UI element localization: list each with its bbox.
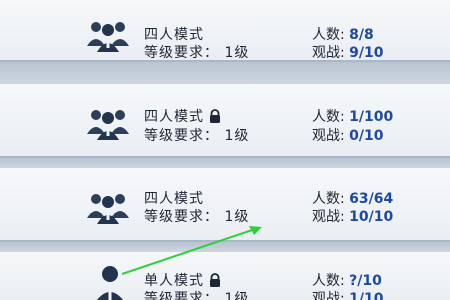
level-requirement: 等级要求： 1级 [144, 45, 250, 61]
lock-icon [210, 109, 220, 123]
group-icon [87, 110, 129, 140]
room-card[interactable]: 四人模式 等级要求： 1级 人数: 1/100 观战: 0/10 [0, 84, 450, 158]
single-user-icon [97, 266, 123, 300]
player-count: 人数: 1/100 [312, 109, 394, 125]
group-icon [87, 22, 129, 52]
card-divider [0, 242, 450, 252]
spectator-count: 观战: 0/10 [312, 128, 384, 144]
room-mode: 四人模式 [144, 191, 204, 207]
room-card[interactable]: 四人模式 等级要求： 1级 人数: 8/8 观战: 9/10 [0, 0, 450, 62]
player-count: 人数: 8/8 [312, 27, 374, 43]
group-icon [87, 194, 129, 224]
room-mode: 四人模式 [144, 106, 222, 126]
spectator-count: 观战: 1/10 [312, 291, 384, 300]
player-count: 人数: ?/10 [312, 273, 382, 289]
level-requirement: 等级要求： 1级 [144, 209, 250, 225]
level-requirement: 等级要求： 1级 [144, 128, 250, 144]
level-requirement: 等级要求： 1级 [144, 291, 250, 300]
spectator-count: 观战: 10/10 [312, 209, 394, 225]
card-divider [0, 158, 450, 168]
player-count: 人数: 63/64 [312, 191, 394, 207]
room-mode: 单人模式 [144, 270, 222, 290]
lock-icon [210, 273, 220, 287]
spectator-count: 观战: 9/10 [312, 45, 384, 61]
room-list: 四人模式 等级要求： 1级 人数: 8/8 观战: 9/10 四人模式 等级要求… [0, 0, 450, 300]
card-divider [0, 62, 450, 84]
room-mode: 四人模式 [144, 27, 204, 43]
room-card[interactable]: 单人模式 等级要求： 1级 人数: ?/10 观战: 1/10 [0, 252, 450, 300]
room-card[interactable]: 四人模式 等级要求： 1级 人数: 63/64 观战: 10/10 [0, 168, 450, 242]
